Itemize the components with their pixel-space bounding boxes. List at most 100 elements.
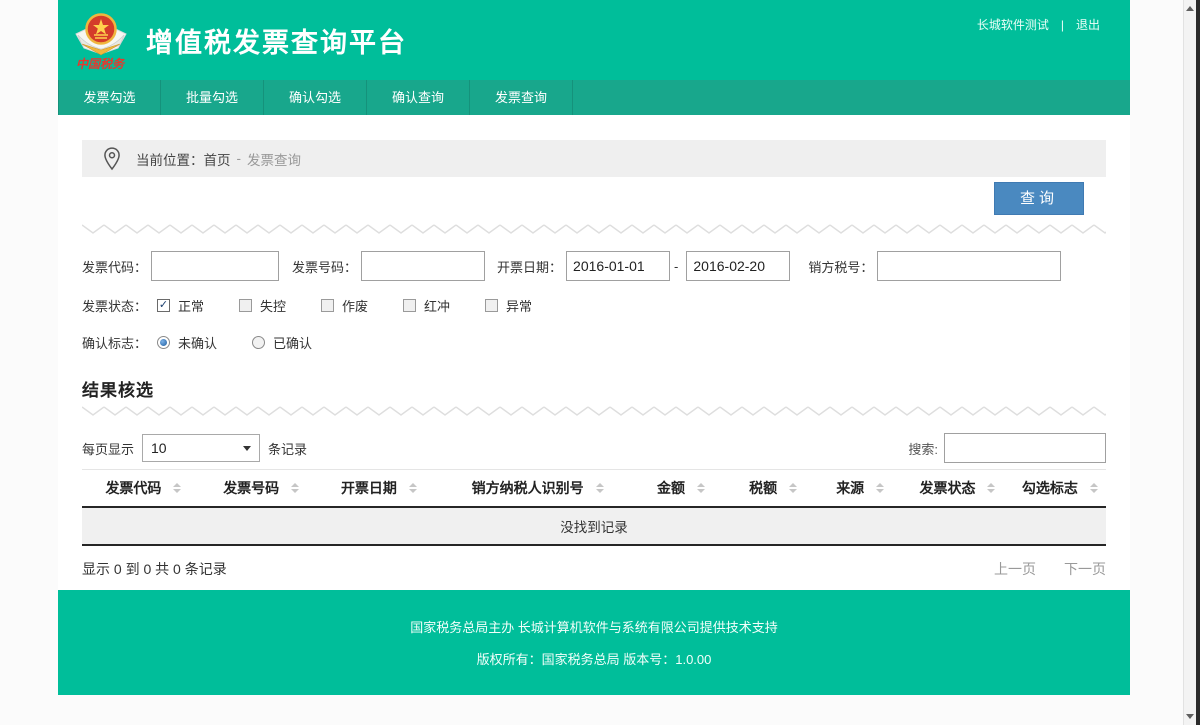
seller-tax-no-input[interactable] [877,251,1061,281]
records-summary: 显示 0 到 0 共 0 条记录 [82,559,227,579]
checkbox-icon[interactable] [321,299,334,312]
search-control: 搜索: [908,433,1106,463]
sort-icon [1090,483,1098,493]
invoice-code-label: 发票代码： [82,257,147,276]
results-table: 发票代码 发票号码 开票日期 销方纳税人识别号 金额 税额 来源 发票状态 勾选… [82,469,1106,546]
page-size-control: 每页显示 10 条记录 [82,434,307,462]
checkbox-icon[interactable] [239,299,252,312]
confirm-flag-label: 确认标志： [82,333,157,352]
sort-icon [409,483,417,493]
vertical-scrollbar[interactable] [1183,0,1196,725]
main-content: 当前位置： 首页 - 发票查询 查询 发票代码： 发票号码： 开票日期： - [58,115,1130,590]
sort-icon [596,483,604,493]
column-header-check-flag[interactable]: 勾选标志 [1014,470,1106,508]
nav-item-batch-check[interactable]: 批量勾选 [161,80,264,115]
sort-icon [876,483,884,493]
app-header: 中国税务 增值税发票查询平台 长城软件测试 | 退出 [58,0,1130,80]
status-option-voided[interactable]: 作废 [321,296,403,315]
checkbox-icon[interactable] [403,299,416,312]
footer-line1: 国家税务总局主办 长城计算机软件与系统有限公司提供技术支持 [410,617,778,636]
sort-icon [291,483,299,493]
invoice-number-input[interactable] [361,251,485,281]
next-page-button[interactable]: 下一页 [1064,559,1106,579]
column-header-seller-taxpayer-id[interactable]: 销方纳税人识别号 [440,470,635,508]
query-button[interactable]: 查询 [994,182,1084,215]
checkbox-icon[interactable] [485,299,498,312]
column-header-invoice-date[interactable]: 开票日期 [318,470,441,508]
table-controls: 每页显示 10 条记录 搜索: [82,433,1106,463]
invoice-number-label: 发票号码： [292,257,357,276]
page-footer: 国家税务总局主办 长城计算机软件与系统有限公司提供技术支持 版权所有：国家税务总… [58,590,1130,695]
radio-icon[interactable] [252,336,265,349]
invoice-status-label: 发票状态： [82,296,157,315]
column-header-source[interactable]: 来源 [819,470,901,508]
window-edge [1196,0,1200,725]
breadcrumb-home[interactable]: 首页 [204,149,231,169]
results-section-title: 结果核选 [82,376,1106,401]
nav-item-invoice-check[interactable]: 发票勾选 [58,80,161,115]
header-links: 长城软件测试 | 退出 [977,16,1100,33]
zigzag-divider [82,405,1106,417]
date-from-input[interactable] [566,251,670,281]
nav-item-confirm-query[interactable]: 确认查询 [367,80,470,115]
radio-icon[interactable] [157,336,170,349]
date-range-separator: - [674,259,678,274]
status-option-red-flush[interactable]: 红冲 [403,296,485,315]
page-container: 中国税务 增值税发票查询平台 长城软件测试 | 退出 发票勾选 批量勾选 确认勾… [58,0,1130,695]
breadcrumb: 当前位置： 首页 - 发票查询 [82,140,1106,177]
invoice-date-label: 开票日期： [497,257,562,276]
footer-line2: 版权所有：国家税务总局 版本号：1.0.00 [477,649,712,668]
prev-page-button[interactable]: 上一页 [994,559,1036,579]
search-label: 搜索: [908,439,938,458]
user-link[interactable]: 长城软件测试 [977,16,1049,33]
link-divider: | [1061,18,1064,32]
confirm-option-confirmed[interactable]: 已确认 [252,333,347,352]
zigzag-divider [82,223,1106,235]
sort-icon [697,483,705,493]
page-size-prefix: 每页显示 [82,439,134,458]
nav-item-invoice-query[interactable]: 发票查询 [470,80,573,115]
main-nav: 发票勾选 批量勾选 确认勾选 确认查询 发票查询 [58,80,1130,115]
status-option-out-of-control[interactable]: 失控 [239,296,321,315]
column-header-invoice-status[interactable]: 发票状态 [901,470,1014,508]
breadcrumb-current: 发票查询 [247,149,301,169]
breadcrumb-separator: - [237,151,242,166]
sort-icon [173,483,181,493]
status-option-normal[interactable]: 正常 [157,296,239,315]
page-size-suffix: 条记录 [268,439,307,458]
column-header-invoice-code[interactable]: 发票代码 [82,470,205,508]
status-option-abnormal[interactable]: 异常 [485,296,567,315]
logo-text: 中国税务 [76,57,126,71]
invoice-code-input[interactable] [151,251,279,281]
checkbox-icon[interactable] [157,299,170,312]
scroll-up-icon[interactable] [1186,6,1194,11]
page-size-select[interactable]: 10 [142,434,260,462]
filter-form-row: 发票代码： 发票号码： 开票日期： - 销方税号： [82,251,1106,281]
breadcrumb-prefix: 当前位置： [136,149,204,169]
logout-link[interactable]: 退出 [1076,16,1100,33]
confirm-option-unconfirmed[interactable]: 未确认 [157,333,252,352]
invoice-status-row: 发票状态： 正常 失控 作废 红冲 异常 [82,296,1106,315]
nav-item-confirm-check[interactable]: 确认勾选 [264,80,367,115]
column-header-amount[interactable]: 金额 [635,470,727,508]
query-button-row: 查询 [82,182,1106,215]
search-input[interactable] [944,433,1106,463]
page-title: 增值税发票查询平台 [146,21,407,60]
column-header-tax[interactable]: 税额 [727,470,819,508]
no-records-message: 没找到记录 [82,507,1106,545]
location-pin-icon [102,146,122,172]
column-header-invoice-number[interactable]: 发票号码 [205,470,318,508]
table-summary-row: 显示 0 到 0 共 0 条记录 上一页 下一页 [82,559,1106,579]
sort-icon [987,483,995,493]
table-header-row: 发票代码 发票号码 开票日期 销方纳税人识别号 金额 税额 来源 发票状态 勾选… [82,470,1106,508]
seller-tax-no-label: 销方税号： [808,257,873,276]
scroll-down-icon[interactable] [1186,714,1194,719]
page-size-value: 10 [151,440,167,456]
confirm-flag-row: 确认标志： 未确认 已确认 [82,333,1106,352]
china-tax-logo-icon: 中国税务 [68,8,134,72]
sort-icon [789,483,797,493]
empty-row: 没找到记录 [82,507,1106,545]
chevron-down-icon [243,446,251,451]
pagination: 上一页 下一页 [994,559,1106,579]
date-to-input[interactable] [686,251,790,281]
